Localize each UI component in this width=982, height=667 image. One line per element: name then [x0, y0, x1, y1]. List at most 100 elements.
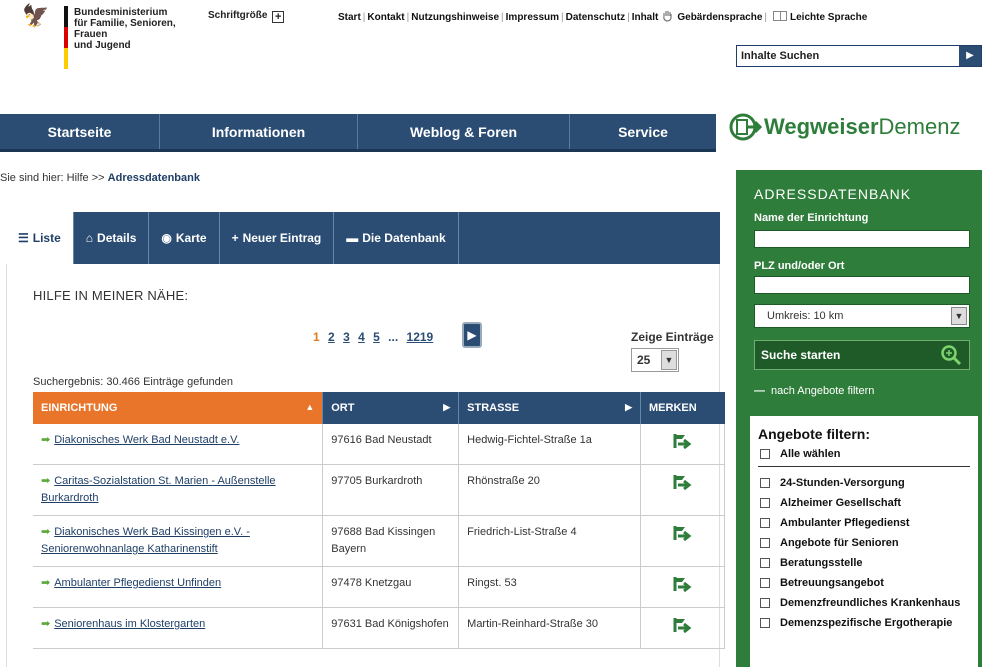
federal-eagle-icon: 🦅 [22, 4, 50, 29]
ministry-logo[interactable]: 🦅 Bundesministerium für Familie, Seniore… [16, 6, 196, 70]
name-input[interactable] [754, 230, 970, 248]
ministry-name: Bundesministerium für Familie, Senioren,… [74, 7, 176, 51]
tab-liste[interactable]: ☰ Liste [6, 212, 74, 264]
mainnav-service[interactable]: Service [570, 114, 716, 149]
section-title: HILFE IN MEINER NÄHE: [33, 288, 189, 303]
sort-right-icon: ▶ [625, 402, 632, 412]
brand-light: Demenz [878, 114, 961, 139]
plz-label: PLZ und/oder Ort [754, 260, 845, 272]
cell-einrichtung: ➡ Ambulanter Pflegedienst Unfinden [33, 566, 324, 608]
page-link-5[interactable]: 5 [373, 330, 380, 344]
bookmark-add-icon[interactable] [672, 575, 694, 593]
nav-link-leichte-sprache[interactable]: Leichte Sprache [790, 12, 867, 23]
cell-ort: 97616 Bad Neustadt [322, 424, 460, 465]
home-icon: ⌂ [85, 231, 94, 245]
show-entries-select[interactable]: 25 ▼ [631, 348, 679, 372]
page-link-4[interactable]: 4 [358, 330, 365, 344]
tab-details[interactable]: ⌂ Details [74, 212, 150, 264]
plz-input[interactable] [754, 276, 970, 294]
font-size-control[interactable]: Schriftgröße + [208, 10, 285, 23]
nav-link-inhalt[interactable]: Inhalt [632, 12, 659, 23]
filter-option[interactable]: Demenzspezifische Ergotherapie [758, 615, 970, 631]
facility-link[interactable]: Caritas-Sozialstation St. Marien - Außen… [41, 475, 276, 504]
cell-merken [640, 515, 725, 567]
bookmark-add-icon[interactable] [672, 473, 694, 491]
facility-link[interactable]: Seniorenhaus im Klostergarten [54, 618, 205, 630]
mainnav-informationen[interactable]: Informationen [160, 114, 358, 149]
checkbox[interactable] [760, 538, 770, 548]
checkbox[interactable] [760, 478, 770, 488]
view-tabs: ☰ Liste ⌂ Details ◉ Karte + Neuer Eintrag ▬ D… [6, 212, 720, 264]
facility-link[interactable]: Diakonisches Werk Bad Neustadt e.V. [54, 434, 239, 446]
checkbox[interactable] [760, 598, 770, 608]
table-row: ➡ Ambulanter Pflegedienst Unfinden 97478 K… [33, 566, 725, 608]
bookmark-add-icon[interactable] [672, 524, 694, 542]
search-start-button[interactable]: Suche starten [754, 340, 970, 370]
show-entries-label: Zeige Einträge [631, 330, 714, 344]
mainnav-startseite[interactable]: Startseite [0, 114, 160, 149]
filter-toggle-link[interactable]: — nach Angebote filtern [754, 385, 874, 397]
facility-link[interactable]: Diakonisches Werk Bad Kissingen e.V. - S… [41, 526, 250, 555]
filter-option[interactable]: Demenzfreundliches Krankenhaus [758, 595, 970, 611]
column-header-einrichtung[interactable]: EINRICHTUNG ▲ [33, 392, 324, 424]
cell-einrichtung: ➡ Diakonisches Werk Bad Kissingen e.V. - … [33, 515, 324, 567]
filter-option[interactable]: Ambulanter Pflegedienst [758, 515, 970, 531]
mainnav-weblog-foren[interactable]: Weblog & Foren [358, 114, 570, 149]
checkbox[interactable] [760, 449, 770, 459]
filter-option[interactable]: Betreuungsangebot [758, 575, 970, 591]
arrow-right-icon: ➡ [41, 618, 51, 630]
nav-link-datenschutz[interactable]: Datenschutz [566, 12, 625, 23]
filter-option[interactable]: Angebote für Senioren [758, 535, 970, 551]
cell-strasse: Ringst. 53 [458, 566, 641, 608]
cell-einrichtung: ➡ Diakonisches Werk Bad Neustadt e.V. [33, 424, 324, 465]
site-search-input[interactable]: Inhalte Suchen [741, 50, 819, 62]
tab-die-datenbank[interactable]: ▬ Die Datenbank [334, 212, 459, 264]
checkbox[interactable] [760, 618, 770, 628]
checkbox[interactable] [760, 558, 770, 568]
sidebar-title: ADRESSDATENBANK [754, 186, 912, 202]
cell-ort: 97688 Bad Kissingen Bayern [322, 515, 460, 567]
checkbox[interactable] [760, 578, 770, 588]
filter-option[interactable]: Beratungsstelle [758, 555, 970, 571]
checkbox[interactable] [760, 498, 770, 508]
bookmark-add-icon[interactable] [672, 616, 694, 634]
arrow-right-icon: ➡ [41, 526, 51, 538]
brand-strong: Wegweiser [764, 114, 879, 139]
address-search-sidebar: ADRESSDATENBANK Name der Einrichtung PLZ… [736, 170, 982, 667]
cell-ort: 97631 Bad Königshofen [322, 607, 460, 649]
page-link-last[interactable]: 1219 [407, 330, 434, 344]
filter-option[interactable]: 24-Stunden-Versorgung [758, 475, 970, 491]
nav-link-gebaerdensprache[interactable]: Gebärdensprache [677, 12, 762, 23]
cell-einrichtung: ➡ Caritas-Sozialstation St. Marien - Auße… [33, 464, 324, 516]
nav-link-nutzungshinweise[interactable]: Nutzungshinweise [411, 12, 499, 23]
result-count: Suchergebnis: 30.466 Einträge gefunden [33, 376, 233, 388]
checkbox[interactable] [760, 518, 770, 528]
radius-select[interactable]: Umkreis: 10 km ▼ [754, 304, 970, 328]
column-header-ort[interactable]: ORT ▶ [322, 392, 460, 424]
site-search-button[interactable]: ▶ [959, 46, 981, 66]
tab-karte[interactable]: ◉ Karte [149, 212, 220, 264]
site-search[interactable]: Inhalte Suchen ▶ [736, 45, 982, 67]
bookmark-add-icon[interactable] [672, 432, 694, 450]
filter-box: Angebote filtern: Alle wählen 24-Stunden… [750, 416, 978, 667]
tab-neuer-eintrag[interactable]: + Neuer Eintrag [220, 212, 335, 264]
page-link-3[interactable]: 3 [343, 330, 350, 344]
cell-merken [640, 566, 725, 608]
page-link-2[interactable]: 2 [328, 330, 335, 344]
main-navigation: Startseite Informationen Weblog & Foren … [0, 114, 716, 152]
cell-strasse: Hedwig-Fichtel-Straße 1a [458, 424, 641, 465]
next-page-button[interactable]: ▶ [462, 322, 482, 348]
filter-option[interactable]: Alzheimer Gesellschaft [758, 495, 970, 511]
nav-link-start[interactable]: Start [338, 12, 361, 23]
breadcrumb-hilfe[interactable]: Hilfe [67, 172, 89, 184]
filter-select-all[interactable]: Alle wählen [758, 446, 970, 462]
nav-link-kontakt[interactable]: Kontakt [367, 12, 404, 23]
font-size-plus-button[interactable]: + [272, 11, 285, 23]
sort-up-icon: ▲ [305, 402, 315, 412]
nav-link-impressum[interactable]: Impressum [506, 12, 559, 23]
column-header-strasse[interactable]: STRASSE ▶ [458, 392, 641, 424]
column-header-merken: MERKEN [640, 392, 725, 424]
breadcrumb: Sie sind hier: Hilfe >> Adressdatenbank [0, 172, 200, 184]
facility-link[interactable]: Ambulanter Pflegedienst Unfinden [54, 577, 221, 589]
list-icon: ☰ [18, 231, 29, 245]
